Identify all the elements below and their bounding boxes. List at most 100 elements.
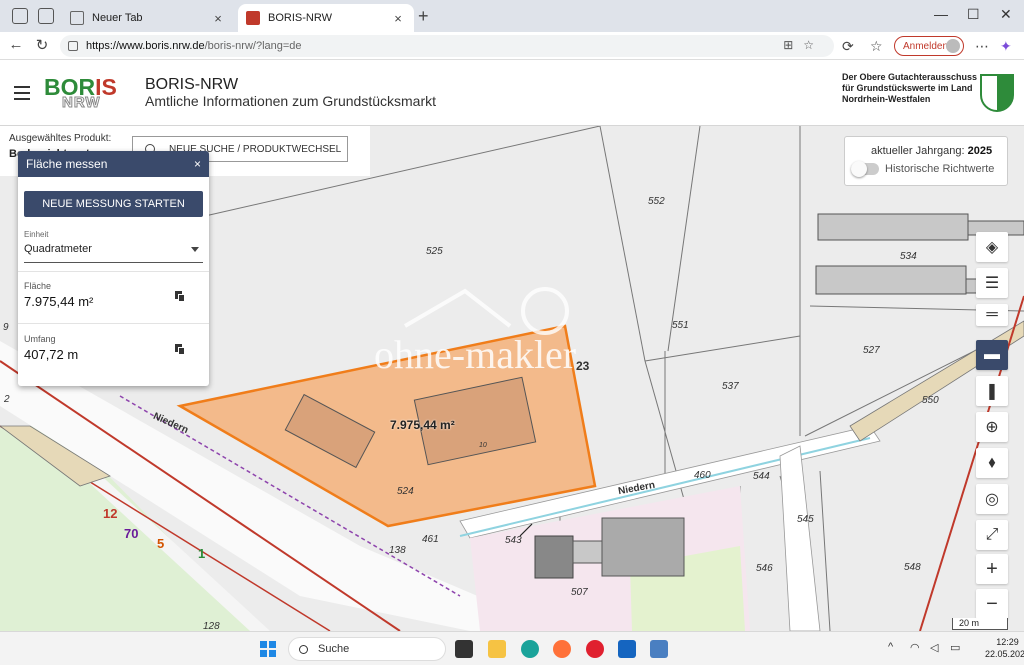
outlook-icon[interactable] [618,640,636,658]
historic-toggle-label: Historische Richtwerte [885,163,995,175]
parcel-label: 552 [648,196,665,207]
workspaces-icon[interactable] [12,8,28,24]
parcel-label: 525 [426,246,443,257]
layers-icon[interactable]: ◈ [976,232,1008,262]
chevron-down-icon [191,247,199,252]
tab-boris-nrw[interactable]: BORIS-NRW × [238,4,414,32]
parcel-label: 9 [3,322,9,333]
list-icon[interactable]: ☰ [976,268,1008,298]
battery-icon[interactable]: ▭ [950,641,960,654]
historic-toggle[interactable] [851,161,879,177]
parcel-label: 544 [753,471,770,482]
measure-area-icon[interactable]: ▬ [976,340,1008,370]
area-label: Fläche [24,281,52,291]
taskbar-clock[interactable]: 12:29 22.05.2025 [985,636,1024,660]
edge-icon[interactable] [521,640,539,658]
tab-neuer-tab[interactable]: Neuer Tab × [62,4,234,32]
browser-navbar: ← ↻ https://www.boris.nrw.de/boris-nrw/?… [0,32,1024,60]
street-label: Niedern [617,479,656,498]
parcel-label: 534 [900,251,917,262]
copy-icon[interactable] [175,344,185,355]
zoom-out-icon[interactable]: − [976,589,1008,619]
parcel-label: 537 [722,381,739,392]
parcel-label: 10 [479,442,487,449]
gutachter-text: Der Obere Gutachterausschuss für Grundst… [842,72,978,104]
taskbar-search[interactable]: Suche [288,637,446,661]
zone-number: 5 [157,536,165,551]
new-tab-button[interactable]: + [418,6,429,27]
measure-panel-header: Fläche messen × [18,151,209,177]
close-window-button[interactable]: ✕ [1000,6,1012,23]
globe-icon[interactable]: ◎ [976,484,1008,514]
close-tab-icon[interactable]: × [390,11,406,26]
scale-bar: 20 m [952,618,1008,630]
parcel-label: 551 [672,320,689,331]
wifi-icon[interactable]: ◠ [910,641,920,654]
reload-button[interactable]: ↻ [32,36,52,54]
search-icon [299,644,308,654]
zone-number: 1 [198,546,206,561]
north-arrow-icon[interactable]: ⬧ [976,448,1008,478]
parcel-label: 524 [397,486,414,497]
parcel-label: 138 [389,545,406,556]
parcel-label: 545 [797,514,814,525]
new-tab-page-icon [70,11,84,25]
volume-icon[interactable]: ◁ [930,641,938,654]
parcel-label: 128 [203,621,220,631]
copilot-icon[interactable]: ✦ [1000,38,1012,55]
avatar [946,39,960,53]
opera-icon[interactable] [586,640,604,658]
parcel-label: 2 [4,394,10,405]
bookmark-icon[interactable]: ❚ [976,376,1008,406]
hamburger-menu-icon[interactable] [14,86,30,100]
lock-icon [68,41,78,51]
perimeter-value: 407,72 m [24,347,79,362]
task-view-icon[interactable] [455,640,473,658]
signin-button[interactable]: Anmelden [894,36,964,56]
measured-area-label: 7.975,44 m² [390,418,455,432]
vertical-tabs-icon[interactable] [38,8,54,24]
zone-number: 70 [124,526,139,541]
minimize-button[interactable]: — [934,6,948,22]
file-explorer-icon[interactable] [488,640,506,658]
unit-select[interactable]: Quadratmeter [24,241,203,263]
close-tab-icon[interactable]: × [210,11,226,26]
ruler-icon[interactable]: ═ [976,304,1008,326]
maximize-button[interactable]: ☐ [967,6,980,23]
boris-logo[interactable]: BORIS NRW [44,74,134,114]
browser-tabstrip: Neuer Tab × BORIS-NRW × + — ☐ ✕ [0,0,1024,32]
close-icon[interactable]: × [194,157,201,171]
fullscreen-icon[interactable]: ⤢ [976,520,1008,550]
address-bar[interactable]: https://www.boris.nrw.de/boris-nrw/?lang… [60,35,834,57]
zoom-in-icon[interactable]: + [976,554,1008,584]
tray-chevron-icon[interactable]: ^ [888,641,893,653]
more-menu-icon[interactable]: ⋯ [975,38,989,55]
street-label: Niedern [151,410,190,437]
copy-icon[interactable] [175,291,185,302]
parcel-label: 507 [571,587,588,598]
parcel-label: 550 [922,395,939,406]
boris-favicon [246,11,260,25]
locate-icon[interactable]: ⊕ [976,412,1008,442]
app-icon[interactable] [650,640,668,658]
firefox-icon[interactable] [553,640,571,658]
nrw-crest-icon [980,74,1014,112]
parcel-label: 543 [505,535,522,546]
favorites-icon[interactable]: ☆ [870,38,883,55]
parcel-label: 461 [422,534,439,545]
windows-start-icon[interactable] [260,641,276,657]
extensions-icon[interactable]: ⟳ [842,38,854,55]
parcel-label: 546 [756,563,773,574]
perimeter-label: Umfang [24,334,56,344]
jahrgang-box: aktueller Jahrgang: 2025 Historische Ric… [844,136,1008,186]
measure-panel: Fläche messen × NEUE MESSUNG STARTEN Ein… [18,151,209,386]
start-measurement-button[interactable]: NEUE MESSUNG STARTEN [24,191,203,217]
unit-label: Einheit [24,230,49,239]
zone-number: 12 [103,506,118,521]
parcel-label: 527 [863,345,880,356]
product-label: Ausgewähltes Produkt: [9,133,112,144]
parcel-label: 23 [576,359,590,373]
back-button[interactable]: ← [6,36,26,53]
parcel-label: 548 [904,562,921,573]
favorite-star-icon[interactable]: ⊞☆ [783,38,824,52]
